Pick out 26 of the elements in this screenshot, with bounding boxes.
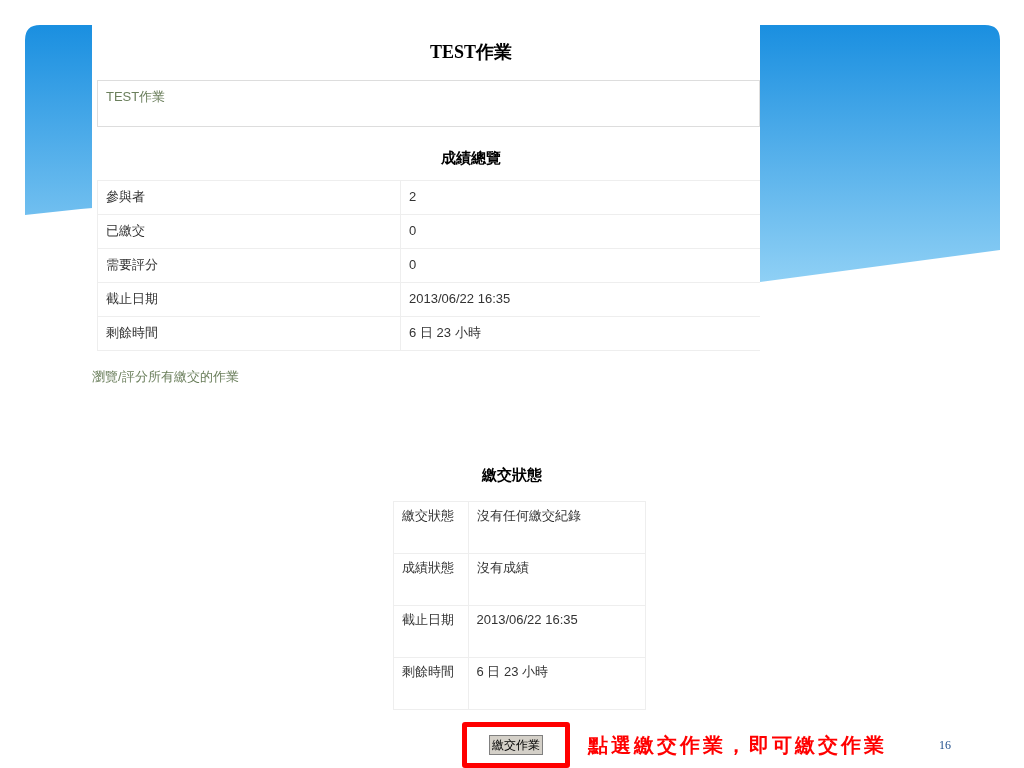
table-cell-text: 2 <box>408 188 418 207</box>
table-cell: 參與者 <box>98 180 401 214</box>
table-cell: 繳交狀態 <box>393 501 469 553</box>
table-cell-text: 0 <box>408 256 418 275</box>
summary-heading: 成績總覽 <box>441 149 501 168</box>
table-cell: 截止日期 <box>393 605 469 657</box>
table-cell-text: 0 <box>408 222 418 241</box>
callout-text: 點選繳交作業，即可繳交作業 <box>588 732 887 758</box>
table-cell: 剩餘時間 <box>98 316 401 350</box>
table-cell: 成績狀態 <box>393 553 469 605</box>
table-cell-text: 2013/06/22 16:35 <box>475 610 579 629</box>
page-title: TEST作業 <box>430 41 512 64</box>
table-cell: 已繳交 <box>98 214 401 248</box>
table-cell-text: 沒有任何繳交紀錄 <box>475 506 582 525</box>
status-heading: 繳交狀態 <box>482 466 542 485</box>
submit-button[interactable]: 繳交作業 <box>489 734 543 755</box>
table-cell-text: 2013/06/22 16:35 <box>408 290 512 309</box>
table-cell: 截止日期 <box>98 282 401 316</box>
table-cell: 需要評分 <box>98 248 401 282</box>
table-cell-text: 6 日 23 小時 <box>408 324 482 343</box>
slide-number: 16 <box>939 736 951 754</box>
intro-box: TEST作業 <box>97 80 760 127</box>
table-cell-text: 沒有成績 <box>475 558 530 577</box>
grading-link[interactable]: 瀏覽/評分所有繳交的作業 <box>92 366 760 386</box>
table-cell: 剩餘時間 <box>393 657 469 709</box>
table-cell-text: 6 日 23 小時 <box>475 662 550 681</box>
